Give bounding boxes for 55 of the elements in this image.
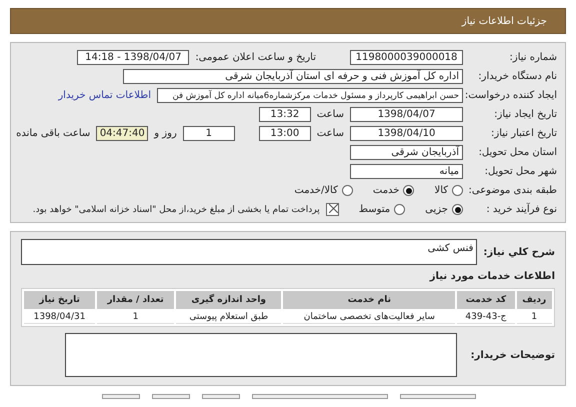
category-radio[interactable]: خدمت [372,185,414,196]
contact-link[interactable]: اطلاعات تماس خریدار [58,90,151,101]
field-label: شرح کلي نياز: [483,246,555,258]
days-field: 1 [182,126,235,141]
field-label: شهر محل تحویل: [484,166,557,177]
field-label: تاریخ ایجاد نیاز: [493,109,557,120]
date-field: 1398/04/10 [350,126,463,141]
column-header: کد خدمت [457,291,514,309]
process-radio[interactable]: متوسط [358,204,406,215]
table-cell: 1398/04/31 [24,311,96,324]
category-radio[interactable]: کالا [434,185,463,196]
field-label: شماره نیاز: [508,52,557,63]
description-field: فنس کشی [21,239,478,265]
category-radio[interactable]: کالا/خدمت [294,185,353,196]
field-label: توضیحات خریدار: [470,350,555,360]
buyer-field: اداره کل آموزش فنی و حرفه ای استان آذربایجان شرقی [123,69,463,84]
column-header: واحد اندازه گیری [176,291,282,309]
city-field: میانه [350,164,463,179]
time-field: 13:00 [258,126,311,141]
province-field: آذربایجان شرقی [350,145,463,160]
table-cell: ج-43-439 [457,311,514,324]
remaining-time-field: 04:47:40 [96,126,148,141]
field-label: استان محل تحویل: [478,147,557,158]
field-label: روز و [154,128,177,139]
field-label: نام دستگاه خریدار: [477,71,557,82]
announce-date-field: 1398/04/07 - 14:18 [77,50,190,65]
radio-icon[interactable] [394,204,406,215]
radio-icon[interactable] [452,204,463,215]
column-header: تاریخ نیاز [24,291,96,309]
field-label: تاریخ و ساعت اعلان عمومی: [195,52,316,63]
radio-icon[interactable] [403,185,414,196]
field-label: ساعت [316,109,344,120]
column-header: نام خدمت [283,291,456,309]
field-label: ساعت [316,128,344,139]
process-radio[interactable]: جزیی [425,204,463,215]
column-header: تعداد / مقدار [97,291,174,309]
page-title: جزئیات اطلاعات نیاز [462,16,547,26]
table-cell: سایر فعالیت‌های تخصصی ساختمان [283,311,456,324]
column-header: ردیف [516,291,552,309]
radio-icon[interactable] [342,185,353,196]
table-cell: طبق استعلام پیوستی [176,311,282,324]
need-number-field: 1198000039000018 [350,50,463,65]
radio-icon[interactable] [452,185,463,196]
field-label: ساعت باقی مانده [16,128,90,139]
table-cell: 1 [97,311,174,324]
date-field: 1398/04/07 [350,107,463,122]
field-label: طبقه بندی موضوعی: [469,185,557,196]
section-title: اطلاعات خدمات مورد نیاز [428,271,555,282]
field-label: تاریخ اعتبار نیاز: [490,128,557,139]
field-label: نوع فرآیند خرید : [485,204,557,215]
checkbox-label: پرداخت تمام یا بخشی از مبلغ خرید،از محل "اسناد خزانه اسلامی" خواهد بود. [32,204,320,214]
table-cell: 1 [516,311,552,324]
requester-field: حسن ابراهیمی کارپرداز و مسئول خدمات مرکزشماره6میانه اداره کل آموزش فن [157,88,463,103]
time-field: 13:32 [258,107,311,122]
checkbox[interactable] [326,203,339,216]
